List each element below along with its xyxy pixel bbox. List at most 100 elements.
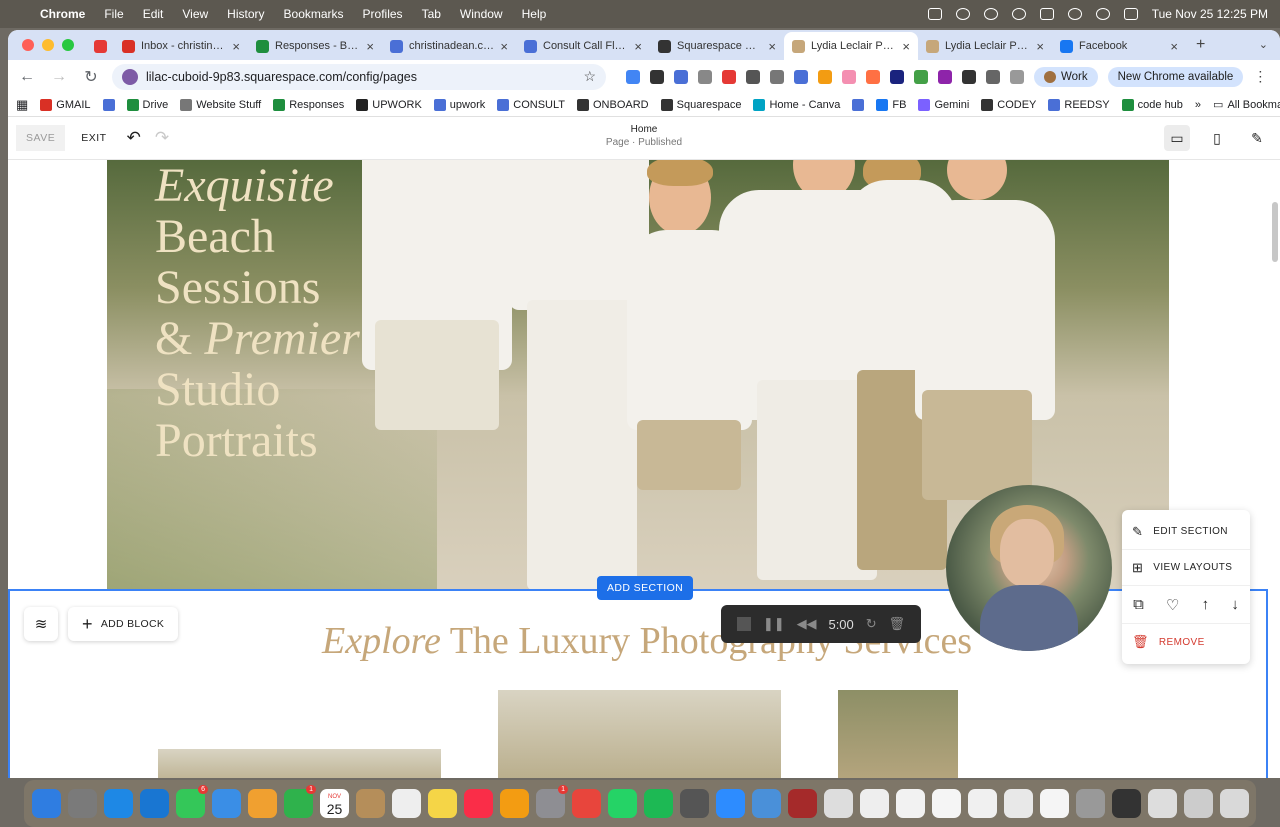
menu-file[interactable]: File — [104, 7, 123, 21]
dock-mail-icon[interactable] — [212, 789, 241, 818]
bookmark-item[interactable]: FB — [876, 98, 906, 111]
dock-doc-12-icon[interactable] — [1184, 789, 1213, 818]
update-chrome-button[interactable]: New Chrome available — [1107, 66, 1244, 87]
browser-tab[interactable]: Squarespace — Ac × — [650, 32, 784, 60]
new-badge-icon[interactable] — [722, 69, 736, 84]
apps-grid-icon[interactable] — [650, 69, 664, 84]
page-scrollbar[interactable] — [1272, 202, 1278, 262]
bookmark-item[interactable]: Website Stuff — [180, 98, 261, 111]
dock-doc-2-icon[interactable] — [824, 789, 853, 818]
dock-photos-icon[interactable] — [248, 789, 277, 818]
dock-preview-icon[interactable] — [752, 789, 781, 818]
site-info-icon[interactable] — [122, 68, 138, 85]
menu-bookmarks[interactable]: Bookmarks — [284, 7, 344, 21]
dock-facetime-icon[interactable]: 1 — [284, 785, 316, 818]
dock-doc-6-icon[interactable] — [968, 789, 997, 818]
extension-icon[interactable] — [842, 69, 856, 84]
dock-doc-10-icon[interactable] — [1112, 789, 1141, 818]
bookmark-item[interactable]: Squarespace — [660, 98, 741, 111]
clock[interactable]: Tue Nov 25 12:25 PM — [1152, 7, 1268, 21]
menu-history[interactable]: History — [227, 7, 264, 21]
moon-icon[interactable] — [983, 8, 998, 20]
dock-trash-icon[interactable] — [1220, 789, 1249, 818]
bookmark-item[interactable]: REEDSY — [1048, 98, 1110, 111]
move-down-icon[interactable]: ↓ — [1231, 596, 1239, 613]
view-layouts-button[interactable]: ⊞ VIEW LAYOUTS — [1122, 550, 1250, 586]
browser-tab[interactable] — [86, 32, 114, 60]
url-text[interactable]: lilac-cuboid-9p83.squarespace.com/config… — [146, 70, 575, 84]
rewind-icon[interactable]: ◀◀ — [797, 616, 817, 632]
webcam-bubble[interactable] — [946, 485, 1112, 651]
dock-pages-icon[interactable] — [500, 789, 529, 818]
amazon-icon[interactable] — [818, 69, 832, 84]
dock-doc-9-icon[interactable] — [1076, 789, 1105, 818]
bookmark-item[interactable]: Gemini — [918, 98, 969, 111]
bookmark-item[interactable] — [102, 98, 115, 111]
dock-spotify-icon[interactable] — [644, 789, 673, 818]
control-center-icon[interactable] — [1123, 8, 1138, 20]
dock-doc-7-icon[interactable] — [1004, 789, 1033, 818]
extension-icon[interactable] — [938, 69, 952, 84]
kebab-menu-icon[interactable]: ⋮ — [1253, 68, 1267, 85]
dock-doc-4-icon[interactable] — [896, 789, 925, 818]
extension-icon[interactable] — [626, 69, 640, 84]
media-icon[interactable] — [1010, 69, 1024, 84]
bookmark-item[interactable]: GMAIL — [40, 98, 91, 111]
bookmark-item[interactable]: Home - Canva — [753, 98, 840, 111]
dock-calculator-icon[interactable] — [680, 789, 709, 818]
add-section-button[interactable]: ADD SECTION — [597, 576, 694, 600]
forward-icon[interactable]: → — [48, 68, 70, 86]
bookmark-item[interactable]: upwork — [433, 98, 485, 111]
service-image-1[interactable] — [158, 749, 441, 778]
zoom-window-button[interactable] — [62, 39, 74, 51]
bookmark-item[interactable]: CONSULT — [497, 98, 565, 111]
bookmark-item[interactable]: ONBOARD — [577, 98, 649, 111]
screen-record-icon[interactable] — [927, 8, 942, 20]
menu-app-name[interactable]: Chrome — [40, 7, 85, 21]
menu-edit[interactable]: Edit — [143, 7, 164, 21]
delete-recording-icon[interactable]: 🗑 — [889, 616, 906, 632]
menu-profiles[interactable]: Profiles — [363, 7, 403, 21]
edit-section-button[interactable]: ✎ EDIT SECTION — [1122, 514, 1250, 550]
heart-icon[interactable]: ♡ — [1166, 596, 1179, 614]
camera-icon[interactable] — [698, 69, 712, 84]
close-tab-icon[interactable]: × — [1170, 39, 1178, 54]
arc-icon[interactable] — [955, 8, 970, 20]
close-tab-icon[interactable]: × — [366, 39, 374, 54]
service-image-3[interactable] — [838, 690, 958, 778]
puzzle-icon[interactable] — [986, 69, 1000, 84]
battery-icon[interactable] — [1039, 8, 1054, 20]
extension-icon[interactable] — [962, 69, 976, 84]
menu-window[interactable]: Window — [460, 7, 503, 21]
tab-search-icon[interactable]: ⌄ — [1259, 38, 1268, 51]
all-bookmarks[interactable]: ▭ All Bookmarks — [1213, 98, 1280, 112]
dock-calendar-icon[interactable]: NOV 25 — [320, 789, 349, 818]
service-image-2[interactable] — [498, 690, 781, 778]
mobile-view-icon[interactable]: ▯ — [1204, 125, 1230, 151]
new-tab-icon[interactable]: + — [1196, 36, 1205, 54]
close-tab-icon[interactable]: × — [634, 39, 642, 54]
dock-doc-3-icon[interactable] — [860, 789, 889, 818]
add-block-button[interactable]: + ADD BLOCK — [68, 607, 179, 641]
menu-view[interactable]: View — [182, 7, 208, 21]
menu-tab[interactable]: Tab — [422, 7, 441, 21]
dock-doc-1-icon[interactable] — [788, 789, 817, 818]
dock-contacts-icon[interactable] — [356, 789, 385, 818]
wifi-icon[interactable] — [1067, 8, 1082, 20]
video-icon[interactable] — [746, 69, 760, 84]
restart-icon[interactable]: ↻ — [866, 616, 877, 632]
bookmark-item[interactable]: CODEY — [981, 98, 1036, 111]
dock-whatsapp-icon[interactable] — [608, 789, 637, 818]
duplicate-icon[interactable]: ⧉ — [1133, 596, 1144, 613]
dock-notes-icon[interactable] — [428, 789, 457, 818]
remove-section-button[interactable]: 🗑 REMOVE — [1122, 624, 1250, 660]
bookmark-item[interactable]: Drive — [126, 98, 168, 111]
pause-icon[interactable]: ❚❚ — [763, 616, 785, 632]
play-icon[interactable] — [1011, 8, 1026, 20]
move-up-icon[interactable]: ↑ — [1202, 596, 1210, 613]
profile-button[interactable]: Work — [1034, 66, 1098, 87]
close-window-button[interactable] — [22, 39, 34, 51]
close-tab-icon[interactable]: × — [232, 39, 240, 54]
extension-icon[interactable] — [770, 69, 784, 84]
menu-help[interactable]: Help — [522, 7, 547, 21]
